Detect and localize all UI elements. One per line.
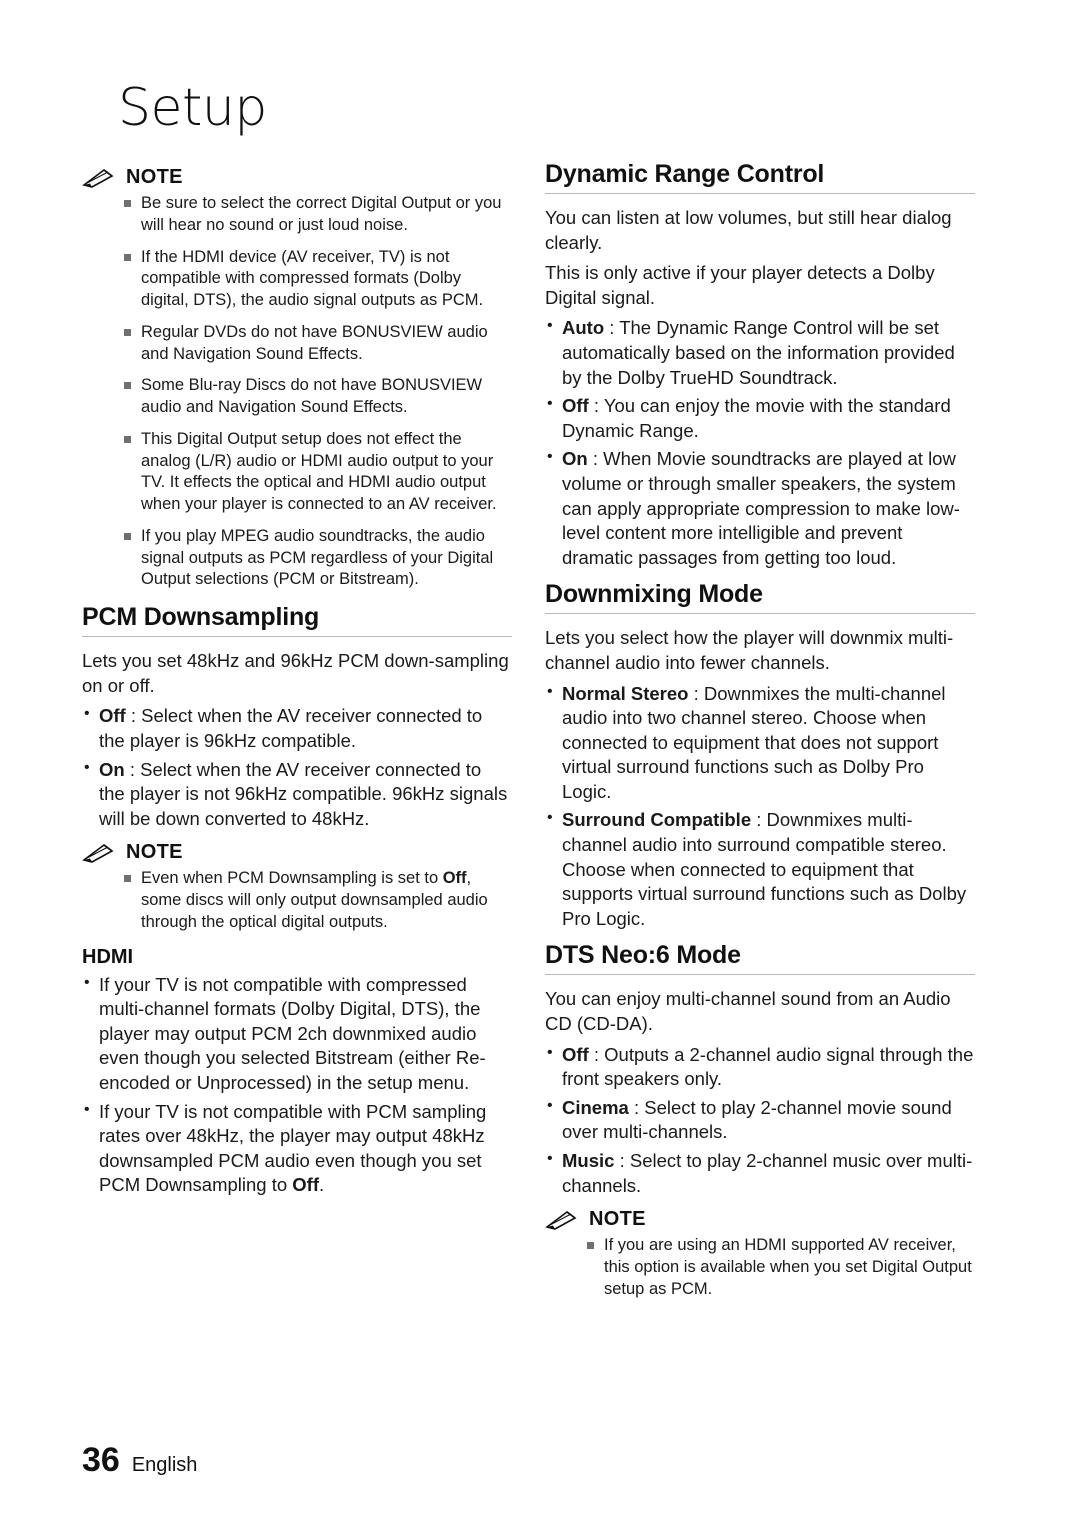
note-label: NOTE	[126, 841, 183, 864]
option-term: Off	[562, 1043, 589, 1065]
bullet-end: .	[319, 1174, 325, 1196]
list-item: Normal Stereo : Downmixes the multi-chan…	[545, 681, 975, 805]
pcm-downsampling-options: Off : Select when the AV receiver connec…	[82, 703, 512, 832]
option-sep: :	[688, 682, 704, 704]
note-header: NOTE	[545, 1208, 975, 1231]
pencil-icon	[545, 1209, 579, 1231]
list-item: On : When Movie soundtracks are played a…	[545, 446, 975, 570]
note-item: Regular DVDs do not have BONUSVIEW audio…	[124, 322, 512, 366]
note-header: NOTE	[82, 841, 512, 864]
option-text: Select when the AV receiver connected to…	[99, 758, 508, 829]
downmixing-options: Normal Stereo : Downmixes the multi-chan…	[545, 681, 975, 932]
divider	[545, 193, 975, 194]
note-item: If you play MPEG audio soundtracks, the …	[124, 526, 512, 591]
list-item: Auto : The Dynamic Range Control will be…	[545, 315, 975, 390]
option-text: Outputs a 2-channel audio signal through…	[562, 1043, 974, 1090]
note-item: Some Blu-ray Discs do not have BONUSVIEW…	[124, 375, 512, 419]
note-item-list: Be sure to select the correct Digital Ou…	[82, 193, 512, 591]
note-label: NOTE	[126, 166, 183, 188]
footer-language: English	[131, 1454, 198, 1476]
note-item-list: Even when PCM Downsampling is set to Off…	[82, 868, 512, 933]
dynamic-range-options: Auto : The Dynamic Range Control will be…	[545, 315, 975, 570]
option-sep: :	[751, 809, 767, 831]
option-term: Normal Stereo	[562, 682, 689, 704]
list-item: Cinema : Select to play 2-channel movie …	[545, 1095, 975, 1145]
option-sep: :	[125, 705, 142, 727]
list-item: Off : You can enjoy the movie with the s…	[545, 393, 975, 443]
note-item: If you are using an HDMI supported AV re…	[587, 1235, 975, 1300]
list-item: Off : Outputs a 2-channel audio signal t…	[545, 1042, 975, 1092]
option-sep: :	[628, 1096, 645, 1118]
option-text: Select when the AV receiver connected to…	[99, 705, 483, 752]
dts-neo6-intro: You can enjoy multi-channel sound from a…	[545, 988, 951, 1035]
list-item: If your TV is not compatible with PCM sa…	[82, 1099, 512, 1198]
hdmi-bullets: If your TV is not compatible with compre…	[82, 972, 512, 1198]
option-term: Surround Compatible	[562, 809, 752, 831]
option-sep: :	[604, 317, 620, 339]
option-term: Off	[99, 705, 126, 727]
section-heading-pcm-downsampling: PCM Downsampling	[82, 603, 320, 632]
note-header: NOTE	[82, 166, 512, 189]
page-title: Setup	[118, 78, 267, 138]
section-heading-hdmi: HDMI	[82, 945, 134, 968]
list-item: On : Select when the AV receiver connect…	[82, 757, 512, 832]
option-term: On	[562, 448, 588, 470]
option-term: Cinema	[562, 1096, 629, 1118]
note-item: This Digital Output setup does not effec…	[124, 429, 512, 516]
section-heading-dts-neo6-mode: DTS Neo:6 Mode	[545, 941, 741, 970]
divider	[545, 974, 975, 976]
option-term: Auto	[562, 317, 605, 339]
left-column: NOTE Be sure to select the correct Digit…	[82, 160, 512, 1208]
list-item: Off : Select when the AV receiver connec…	[82, 703, 512, 753]
page-footer: 36 English	[82, 1441, 197, 1480]
option-text: You can enjoy the movie with the standar…	[562, 395, 951, 441]
note-block-3: NOTE If you are using an HDMI supported …	[545, 1208, 975, 1300]
section-heading-downmixing-mode: Downmixing Mode	[545, 580, 763, 609]
dynamic-range-intro-1: You can listen at low volumes, but still…	[545, 207, 952, 253]
pencil-icon	[82, 842, 116, 864]
list-item: If your TV is not compatible with compre…	[82, 972, 512, 1096]
list-item: Surround Compatible : Downmixes multi-ch…	[545, 807, 975, 931]
option-term: On	[99, 758, 125, 780]
option-term: Off	[562, 395, 589, 417]
option-sep: :	[124, 758, 141, 780]
downmixing-intro: Lets you select how the player will down…	[545, 627, 954, 673]
list-item: Music : Select to play 2-channel music o…	[545, 1148, 975, 1198]
pencil-icon	[82, 167, 116, 189]
note-item-bold: Off	[442, 869, 467, 888]
page-number: 36	[82, 1441, 120, 1479]
note-item: Even when PCM Downsampling is set to Off…	[124, 868, 512, 933]
option-term: Music	[562, 1150, 615, 1171]
manual-page: Setup NOTE Be sure to select the correct…	[0, 0, 1080, 1532]
option-text: The Dynamic Range Control will be set au…	[562, 317, 955, 388]
bullet-bold: Off	[292, 1174, 320, 1196]
divider	[82, 636, 512, 638]
option-sep: :	[587, 448, 604, 470]
dynamic-range-intro-2: This is only active if your player detec…	[545, 262, 935, 308]
right-column: Dynamic Range Control You can listen at …	[545, 160, 975, 1312]
note-item-text-pre: Even when PCM Downsampling is set to	[141, 869, 443, 888]
note-item-list: If you are using an HDMI supported AV re…	[545, 1235, 975, 1300]
option-sep: :	[614, 1150, 630, 1171]
dts-neo6-options: Off : Outputs a 2-channel audio signal t…	[545, 1042, 975, 1199]
note-block-2: NOTE Even when PCM Downsampling is set t…	[82, 841, 512, 933]
divider	[545, 613, 975, 615]
note-item: If the HDMI device (AV receiver, TV) is …	[124, 247, 512, 312]
option-sep: :	[588, 395, 604, 417]
option-sep: :	[588, 1043, 605, 1065]
pcm-downsampling-intro: Lets you set 48kHz and 96kHz PCM down-sa…	[82, 650, 509, 696]
section-heading-dynamic-range-control: Dynamic Range Control	[545, 160, 825, 188]
note-item: Be sure to select the correct Digital Ou…	[124, 193, 512, 237]
option-text: When Movie soundtracks are played at low…	[562, 448, 960, 568]
note-label: NOTE	[589, 1208, 646, 1231]
note-block-1: NOTE Be sure to select the correct Digit…	[82, 166, 512, 591]
